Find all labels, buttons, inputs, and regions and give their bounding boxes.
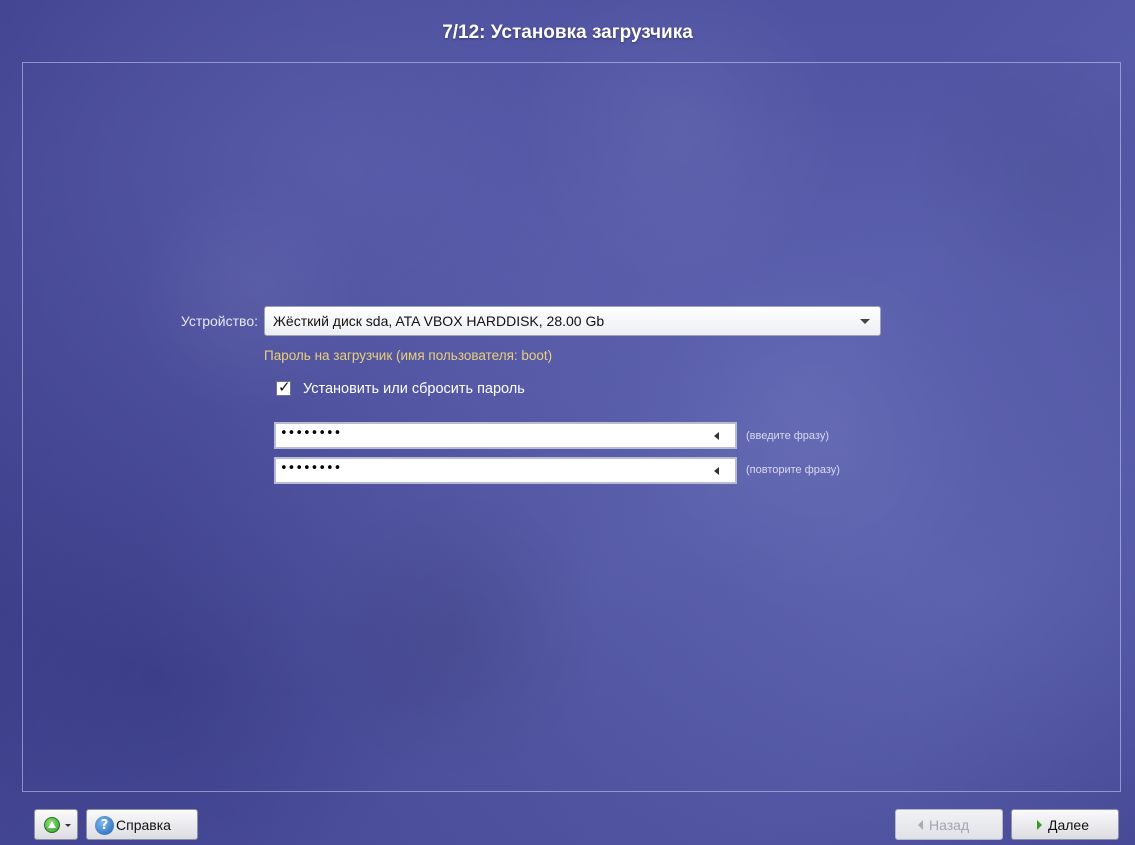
password-hint: (введите фразу) (746, 430, 829, 442)
checkmark-icon: ✓ (278, 378, 291, 396)
help-button[interactable]: ? Справка (86, 809, 198, 840)
clear-left-arrow-icon[interactable] (714, 432, 719, 440)
next-button-label: Далее (1048, 817, 1090, 833)
password-confirm-input-value: •••••••• (280, 461, 342, 476)
bootloader-password-label: Пароль на загрузчик (имя пользователя: b… (264, 348, 553, 363)
installer-screen: 7/12: Установка загрузчика Устройство: Ж… (0, 0, 1135, 845)
password-input-value: •••••••• (280, 426, 342, 441)
help-icon: ? (95, 816, 114, 835)
device-label: Устройство: (180, 313, 258, 329)
up-arrow-icon (44, 817, 60, 833)
set-password-checkbox-label[interactable]: Установить или сбросить пароль (303, 381, 525, 397)
password-input[interactable]: •••••••• (274, 422, 737, 449)
back-button-label: Назад (929, 817, 970, 833)
password-confirm-hint: (повторите фразу) (746, 464, 840, 476)
arrow-right-icon (1037, 820, 1042, 830)
caret-down-icon (65, 824, 71, 827)
back-button[interactable]: Назад (895, 809, 1003, 840)
next-button[interactable]: Далее (1011, 809, 1119, 840)
arrow-left-icon (918, 820, 923, 830)
device-select-value: Жёсткий диск sda, ATA VBOX HARDDISK, 28.… (273, 313, 605, 329)
password-confirm-input[interactable]: •••••••• (274, 457, 737, 484)
navigation-menu-button[interactable] (34, 809, 78, 840)
chevron-down-icon (860, 319, 870, 324)
device-select[interactable]: Жёсткий диск sda, ATA VBOX HARDDISK, 28.… (264, 306, 881, 336)
clear-left-arrow-icon[interactable] (714, 467, 719, 475)
window-title: 7/12: Установка загрузчика (442, 22, 693, 43)
help-button-label: Справка (116, 817, 171, 833)
set-password-checkbox[interactable]: ✓ (276, 378, 291, 396)
